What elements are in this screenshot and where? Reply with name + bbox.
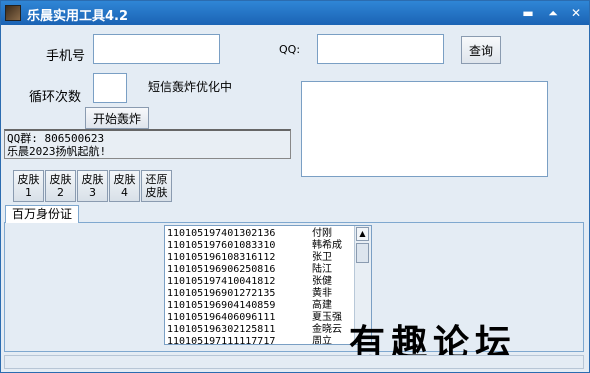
notice-box: QQ群: 806500623 乐晨2023扬帆起航!: [4, 129, 291, 159]
skin-button-label: 皮肤: [49, 173, 72, 186]
title-bar[interactable]: 乐晨实用工具4.2 ▬ ⏶ ✕: [1, 1, 589, 25]
phone-label: 手机号: [46, 49, 86, 64]
person-name: 陆江: [312, 264, 332, 275]
qq-label: QQ:: [279, 43, 301, 56]
start-bomb-button[interactable]: 开始轰炸: [85, 107, 149, 129]
list-item[interactable]: 110105196406096111 夏玉强: [167, 312, 357, 323]
skin-1-button[interactable]: 皮肤 1: [13, 170, 44, 202]
person-name: 韩希成: [312, 240, 342, 251]
tab-million-id[interactable]: 百万身份证: [5, 205, 79, 223]
skin-4-button[interactable]: 皮肤 4: [109, 170, 140, 202]
slogan-text: 乐晨2023扬帆起航!: [7, 145, 107, 158]
app-window: 乐晨实用工具4.2 ▬ ⏶ ✕ 手机号 QQ: 查询 循环次数 短信轰炸优化中 …: [0, 0, 590, 373]
person-name: 付刚: [312, 228, 332, 239]
skin-3-button[interactable]: 皮肤 3: [77, 170, 108, 202]
window-title: 乐晨实用工具4.2: [27, 9, 129, 24]
skin-button-sublabel: 皮肤: [145, 186, 168, 199]
id-number: 110105197111117717: [167, 336, 276, 345]
list-item[interactable]: 110105196302125811 金晓云: [167, 324, 357, 335]
skin-button-label: 皮肤: [81, 173, 104, 186]
loop-count-label: 循环次数: [29, 90, 82, 105]
query-button[interactable]: 查询: [461, 36, 501, 64]
minimize-button[interactable]: ▬: [519, 4, 537, 22]
list-item[interactable]: 110105196108316112 张卫: [167, 252, 357, 263]
skin-button-sublabel: 1: [25, 186, 32, 199]
loop-count-input[interactable]: [93, 73, 127, 103]
id-number: 110105197410041812: [167, 276, 276, 287]
list-item[interactable]: 110105196901272135 黄非: [167, 288, 357, 299]
list-item[interactable]: 110105196904140859 高建: [167, 300, 357, 311]
id-number: 110105196302125811: [167, 324, 276, 335]
restore-skin-button[interactable]: 还原 皮肤: [141, 170, 172, 202]
skin-button-label: 还原: [145, 173, 168, 186]
skin-button-label: 皮肤: [113, 173, 136, 186]
list-item[interactable]: 110105197410041812 张健: [167, 276, 357, 287]
skin-button-sublabel: 3: [89, 186, 96, 199]
id-number: 110105196901272135: [167, 288, 276, 299]
person-name: 张卫: [312, 252, 332, 263]
list-item[interactable]: 110105196906250816 陆江: [167, 264, 357, 275]
person-name: 张健: [312, 276, 332, 287]
list-item[interactable]: 110105197401302136 付刚: [167, 228, 357, 239]
id-number: 110105196906250816: [167, 264, 276, 275]
qq-group-text: QQ群: 806500623: [7, 132, 105, 145]
close-button[interactable]: ✕: [567, 4, 585, 22]
skin-button-label: 皮肤: [17, 173, 40, 186]
list-item[interactable]: 110105197601083310 韩希成: [167, 240, 357, 251]
list-item[interactable]: 110105197111117717 周立: [167, 336, 357, 345]
id-number: 110105197601083310: [167, 240, 276, 251]
person-name: 高建: [312, 300, 332, 311]
person-name: 金晓云: [312, 324, 342, 335]
id-number: 110105196904140859: [167, 300, 276, 311]
person-name: 黄非: [312, 288, 332, 299]
result-textarea[interactable]: [301, 81, 548, 177]
app-icon: [5, 5, 21, 21]
maximize-button[interactable]: ⏶: [544, 4, 562, 22]
id-card-list[interactable]: 110105197401302136 付刚 110105197601083310 韩希…: [164, 225, 372, 345]
status-bar: [4, 355, 584, 369]
id-number: 110105196108316112: [167, 252, 276, 263]
scroll-thumb[interactable]: [356, 243, 369, 263]
sms-status-text: 短信轰炸优化中: [148, 80, 233, 94]
id-number: 110105197401302136: [167, 228, 276, 239]
id-number: 110105196406096111: [167, 312, 276, 323]
phone-input[interactable]: [93, 34, 220, 64]
skin-button-sublabel: 4: [121, 186, 128, 199]
qq-input[interactable]: [317, 34, 444, 64]
skin-button-sublabel: 2: [57, 186, 64, 199]
person-name: 夏玉强: [312, 312, 342, 323]
skin-2-button[interactable]: 皮肤 2: [45, 170, 76, 202]
scroll-up-arrow-icon[interactable]: ▲: [356, 227, 369, 241]
person-name: 周立: [312, 336, 332, 345]
